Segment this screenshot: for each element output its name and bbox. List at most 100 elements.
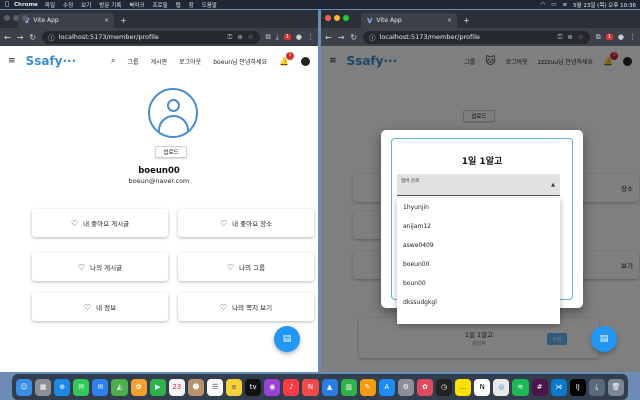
account-icon[interactable]: [301, 56, 310, 66]
dropdown-arrow-icon[interactable]: ▲: [551, 182, 555, 188]
card-my-info[interactable]: ♡ 내 정보: [32, 293, 168, 321]
card-liked-posts[interactable]: ♡ 내 좋아요 게시글: [32, 209, 168, 237]
upload-button[interactable]: 업로드: [155, 146, 187, 158]
member-option[interactable]: boeun00: [397, 255, 560, 274]
address-bar[interactable]: ⓘ localhost:5173/member/profile ⚿ ⊕ ☆: [42, 30, 260, 44]
reminders-icon[interactable]: ☰: [206, 378, 224, 396]
forward-icon[interactable]: →: [338, 33, 345, 42]
spotify-icon[interactable]: ≋: [512, 378, 529, 396]
reload-icon[interactable]: ↻: [29, 33, 36, 42]
pages-icon[interactable]: ✎: [359, 378, 376, 396]
menubar-app-name[interactable]: Chrome: [14, 2, 38, 8]
forward-icon[interactable]: →: [17, 33, 24, 42]
member-option[interactable]: dkssudgkgl: [397, 293, 560, 312]
app-store-icon[interactable]: A: [378, 378, 395, 396]
extension-badge[interactable]: 1: [283, 34, 291, 40]
site-info-icon[interactable]: ⓘ: [48, 32, 55, 42]
password-key-icon[interactable]: ⚿: [227, 33, 232, 42]
profile-icon[interactable]: ●: [618, 33, 624, 41]
calendar-icon[interactable]: 23: [168, 378, 185, 396]
member-option[interactable]: aswe0409: [397, 236, 560, 255]
kakaotalk-icon[interactable]: …: [455, 378, 472, 396]
zoom-window-icon[interactable]: [343, 15, 349, 21]
safari-icon[interactable]: ⊕: [54, 378, 71, 396]
messages-icon[interactable]: ✉: [73, 378, 90, 396]
hamburger-menu-icon[interactable]: ≡: [8, 56, 16, 66]
member-search-select[interactable]: 멤버 검색 ▲: [397, 174, 560, 196]
system-settings-icon[interactable]: ⚙: [397, 378, 414, 396]
bookmark-star-icon[interactable]: ☆: [248, 33, 254, 42]
numbers-icon[interactable]: ▥: [340, 378, 357, 396]
minimize-window-icon[interactable]: [13, 15, 19, 21]
news-icon[interactable]: N: [302, 378, 319, 396]
member-option[interactable]: anijam12: [397, 217, 560, 236]
card-my-messages[interactable]: ♡ 나의 쪽지 보기: [178, 293, 314, 321]
music-icon[interactable]: ♪: [283, 378, 300, 396]
chat-fab-button[interactable]: ▤: [591, 326, 617, 352]
maps-icon[interactable]: ◭: [111, 378, 128, 396]
slack-icon[interactable]: #: [531, 378, 548, 396]
minimize-window-icon[interactable]: [334, 15, 340, 21]
menubar-item-bookmarks[interactable]: 북마크: [129, 1, 144, 9]
menubar-item-help[interactable]: 도움말: [202, 1, 217, 9]
notes-icon[interactable]: ≡: [226, 378, 243, 396]
browser-menu-icon[interactable]: ⋮: [629, 33, 636, 41]
chrome-icon[interactable]: ◎: [493, 378, 510, 396]
app-logo[interactable]: Ssafy···: [26, 54, 77, 68]
podcasts-icon[interactable]: ◉: [264, 378, 281, 396]
profile-icon[interactable]: ●: [296, 33, 302, 41]
card-my-groups[interactable]: ♡ 나의 그룹: [178, 253, 314, 281]
clock-icon[interactable]: ◷: [436, 378, 453, 396]
intellij-icon[interactable]: IJ: [569, 378, 586, 396]
tv-icon[interactable]: tv: [245, 378, 262, 396]
close-window-icon[interactable]: [4, 15, 10, 21]
nav-link-logout[interactable]: 로그아웃: [179, 57, 201, 66]
finder-icon[interactable]: ☺: [16, 378, 33, 396]
tab-close-icon[interactable]: ✕: [447, 17, 452, 24]
photo-booth-icon[interactable]: ✿: [416, 378, 434, 396]
wifi-icon[interactable]: ◠: [540, 2, 545, 8]
browser-tab[interactable]: V Vite App ✕: [361, 13, 457, 28]
card-my-posts[interactable]: ♡ 나의 게시글: [32, 253, 168, 281]
member-option[interactable]: boun00: [397, 274, 560, 293]
extension-badge[interactable]: 1: [605, 34, 613, 40]
browser-tab[interactable]: V Vite App ✕: [18, 13, 114, 28]
password-key-icon[interactable]: ⚿: [557, 33, 562, 42]
mail-icon[interactable]: ✉: [92, 378, 109, 396]
member-option[interactable]: 1hyunjin: [397, 198, 560, 217]
menubar-item-file[interactable]: 파일: [45, 1, 55, 9]
menubar-item-view[interactable]: 보기: [81, 1, 91, 9]
zoom-icon[interactable]: ⊕: [237, 33, 242, 42]
notion-icon[interactable]: N: [474, 378, 491, 396]
vscode-icon[interactable]: ⋊: [550, 378, 567, 396]
battery-icon[interactable]: ▭: [551, 2, 556, 8]
site-info-icon[interactable]: ⓘ: [369, 32, 376, 42]
nav-link-group[interactable]: 그룹: [128, 57, 139, 66]
download-icon[interactable]: ⤓: [276, 33, 279, 42]
launchpad-icon[interactable]: ▦: [35, 378, 52, 396]
notification-bell-icon[interactable]: 🔔1: [279, 51, 294, 66]
menubar-clock[interactable]: 5월 23일 (목) 오후 10:36: [573, 1, 636, 9]
nav-link-board[interactable]: 게시판: [151, 57, 168, 66]
extensions-icon[interactable]: ⧉: [596, 33, 601, 42]
zoom-window-icon[interactable]: [22, 15, 28, 21]
control-center-icon[interactable]: ≡: [562, 2, 567, 8]
menubar-item-history[interactable]: 방문 기록: [99, 1, 121, 9]
downloads-stack-icon[interactable]: ⤓: [588, 378, 605, 396]
close-window-icon[interactable]: [325, 15, 331, 21]
browser-menu-icon[interactable]: ⋮: [307, 33, 314, 41]
extensions-icon[interactable]: ⧉: [266, 33, 271, 42]
card-liked-places[interactable]: ♡ 내 좋아요 장소: [178, 209, 314, 237]
back-icon[interactable]: ←: [4, 33, 11, 42]
back-icon[interactable]: ←: [325, 33, 332, 42]
search-icon[interactable]: ⌕: [111, 56, 115, 66]
menubar-item-profile[interactable]: 프로필: [152, 1, 167, 9]
new-tab-icon[interactable]: +: [463, 16, 470, 25]
zoom-icon[interactable]: ⊕: [567, 33, 572, 42]
tab-close-icon[interactable]: ✕: [104, 17, 109, 24]
new-tab-icon[interactable]: +: [120, 16, 127, 25]
apple-logo-icon[interactable]: : [0, 1, 14, 8]
bookmark-star-icon[interactable]: ☆: [578, 33, 584, 42]
address-bar[interactable]: ⓘ localhost:5173/member/profile ⚿ ⊕ ☆: [363, 30, 590, 44]
menubar-item-tab[interactable]: 탭: [176, 1, 181, 9]
